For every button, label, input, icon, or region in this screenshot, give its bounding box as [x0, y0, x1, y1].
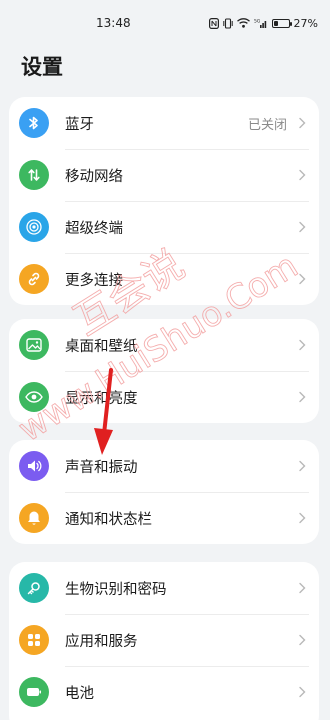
link-icon [19, 264, 49, 294]
chevron-right-icon [295, 168, 309, 182]
settings-item-label: 更多连接 [65, 272, 123, 289]
page-title: 设置 [21, 55, 63, 79]
settings-item-sound-vibration[interactable]: 声音和振动 [9, 440, 319, 492]
settings-item-biometrics-password[interactable]: 生物识别和密码 [9, 562, 319, 614]
svg-text:5G: 5G [254, 18, 261, 24]
settings-item-label: 生物识别和密码 [65, 581, 167, 598]
battery-icon [271, 18, 292, 28]
chevron-right-icon [295, 633, 309, 647]
settings-item-label: 通知和状态栏 [65, 511, 152, 528]
settings-item-label: 超级终端 [65, 220, 123, 237]
chevron-right-icon [295, 116, 309, 130]
settings-item-label: 桌面和壁纸 [65, 338, 138, 355]
settings-item-label: 移动网络 [65, 168, 123, 185]
settings-group-security-apps: 生物识别和密码 应用和服务 电池 [9, 562, 319, 720]
settings-item-mobile-network[interactable]: 移动网络 [9, 149, 319, 201]
status-icons: 5G 27% [208, 15, 318, 31]
chevron-right-icon [295, 338, 309, 352]
settings-item-label: 声音和振动 [65, 459, 138, 476]
bluetooth-icon [19, 108, 49, 138]
bell-icon [19, 503, 49, 533]
settings-group-display: 桌面和壁纸 显示和亮度 [9, 319, 319, 423]
chevron-right-icon [295, 511, 309, 525]
chevron-right-icon [295, 272, 309, 286]
super-device-icon [19, 212, 49, 242]
nfc-icon [208, 17, 219, 29]
battery-icon [19, 677, 49, 707]
settings-item-label: 显示和亮度 [65, 390, 138, 407]
settings-item-battery[interactable]: 电池 [9, 666, 319, 718]
settings-group-sound-notification: 声音和振动 通知和状态栏 [9, 440, 319, 544]
bluetooth-status: 已关闭 [247, 117, 287, 133]
settings-item-more-connections[interactable]: 更多连接 [9, 253, 319, 305]
chevron-right-icon [295, 459, 309, 473]
settings-item-label: 应用和服务 [65, 633, 138, 650]
eye-icon [19, 382, 49, 412]
wallpaper-icon [19, 330, 49, 360]
chevron-right-icon [295, 581, 309, 595]
settings-item-bluetooth[interactable]: 蓝牙 已关闭 [9, 97, 319, 149]
settings-item-label: 蓝牙 [65, 116, 94, 133]
status-time: 13:48 [96, 16, 131, 30]
sound-icon [19, 451, 49, 481]
mobile-network-icon [19, 160, 49, 190]
battery-percent: 27% [293, 16, 318, 30]
settings-item-notifications[interactable]: 通知和状态栏 [9, 492, 319, 544]
settings-item-apps-services[interactable]: 应用和服务 [9, 614, 319, 666]
chevron-right-icon [295, 685, 309, 699]
status-bar: 13:48 5G 27% [0, 0, 330, 44]
chevron-right-icon [295, 390, 309, 404]
signal-icon: 5G [254, 18, 268, 29]
settings-group-connectivity: 蓝牙 已关闭 移动网络 超级终端 更多连接 [9, 97, 319, 305]
chevron-right-icon [295, 220, 309, 234]
settings-item-super-device[interactable]: 超级终端 [9, 201, 319, 253]
settings-item-wallpaper[interactable]: 桌面和壁纸 [9, 319, 319, 371]
settings-item-label: 电池 [65, 685, 94, 702]
key-icon [19, 573, 49, 603]
apps-icon [19, 625, 49, 655]
wifi-icon [236, 18, 250, 28]
vibrate-icon [222, 17, 233, 29]
settings-item-display-brightness[interactable]: 显示和亮度 [9, 371, 319, 423]
